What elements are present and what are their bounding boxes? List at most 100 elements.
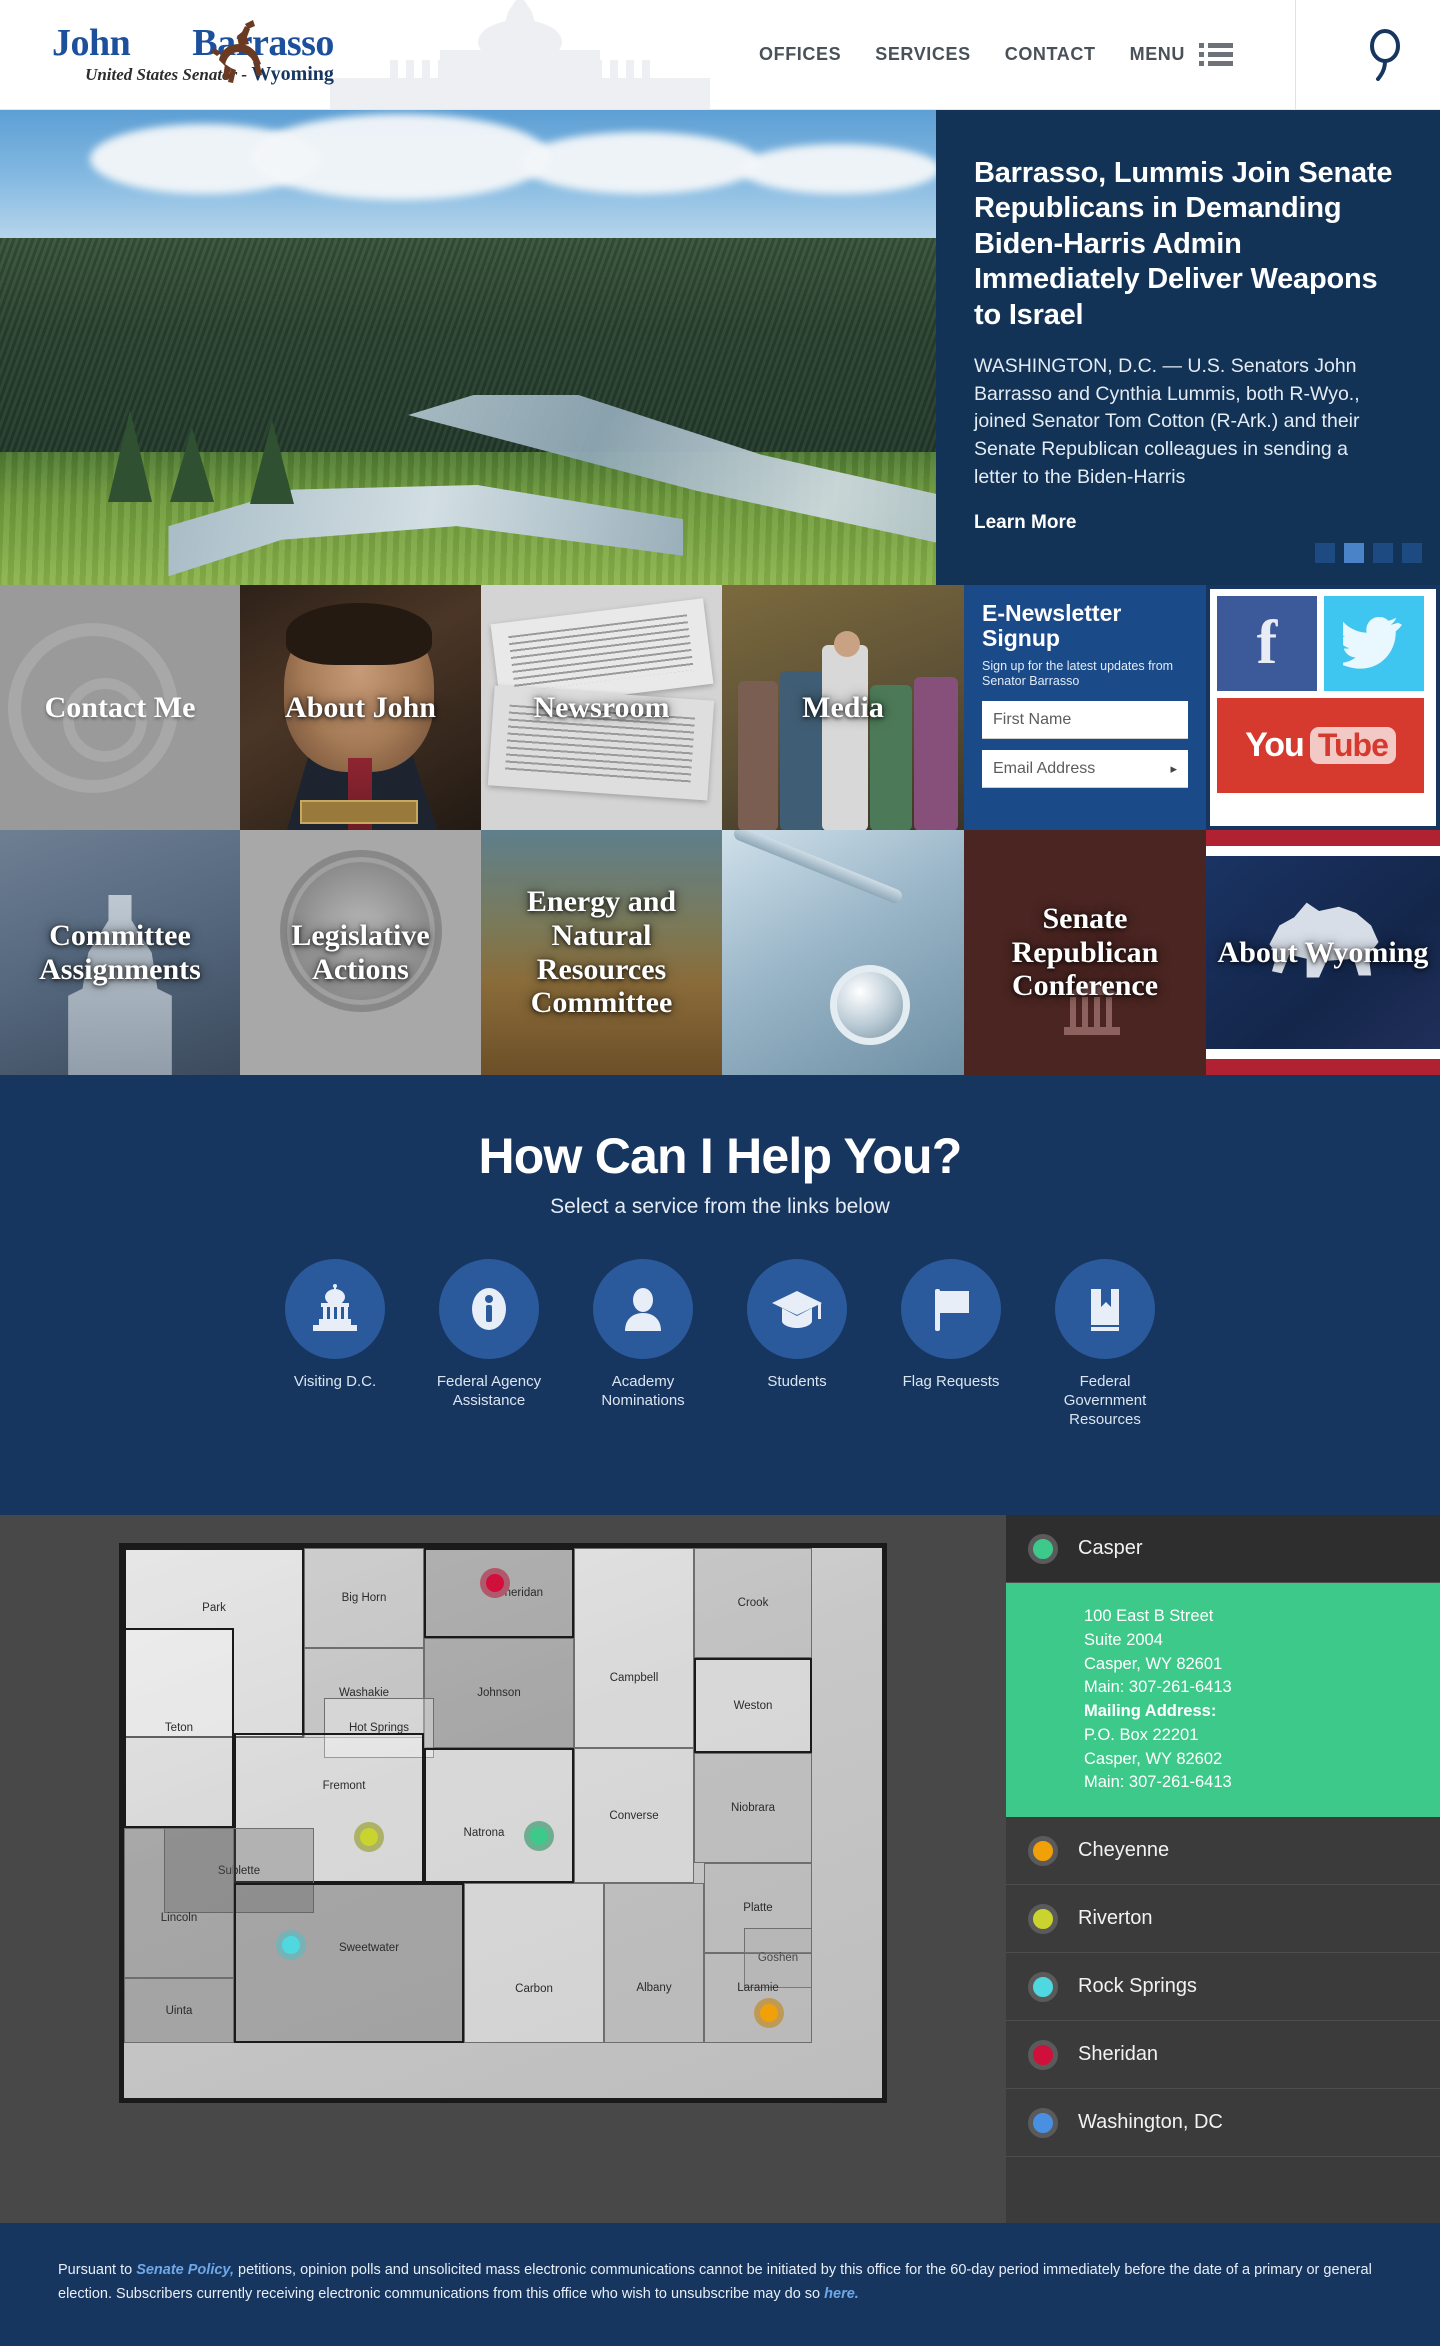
office-mailing-line: P.O. Box 22201 <box>1084 1725 1199 1744</box>
help-circle-visiting-dc <box>285 1259 385 1359</box>
search-icon[interactable] <box>1362 28 1408 81</box>
office-bullet-sheridan <box>1028 2039 1058 2070</box>
county-label: Crook <box>737 1597 769 1609</box>
county-label: Campbell <box>609 1672 659 1684</box>
footer-part1: Pursuant to <box>58 2262 137 2278</box>
nav-item-offices[interactable]: OFFICES <box>759 44 841 65</box>
office-bullet-cheyenne <box>1028 1835 1058 1866</box>
nav-item-services[interactable]: SERVICES <box>875 44 971 65</box>
help-item-flag-requests[interactable]: Flag Requests <box>891 1259 1011 1429</box>
county-label: Niobrara <box>730 1802 776 1814</box>
office-row-cheyenne[interactable]: Cheyenne <box>1006 1817 1440 1885</box>
help-item-federal-agency-assistance[interactable]: Federal Agency Assistance <box>429 1259 549 1429</box>
newsletter-subtitle: Sign up for the latest updates from Sena… <box>982 658 1174 689</box>
footer-disclaimer: Pursuant to Senate Policy, petitions, op… <box>58 2259 1382 2307</box>
county-label: Natrona <box>463 1826 505 1839</box>
carousel-dot-4[interactable] <box>1402 543 1422 563</box>
help-label-academy-nominations: Academy Nominations <box>601 1373 685 1409</box>
help-label-students: Students <box>767 1373 827 1390</box>
office-row-casper[interactable]: Casper <box>1006 1515 1440 1583</box>
twitter-link[interactable] <box>1324 596 1424 691</box>
tile-energy-natural-resources-label: Energy and Natural Resources Committee <box>526 885 677 1020</box>
site-logo[interactable]: John Barrasso United States Senator - Wyo… <box>0 19 334 86</box>
capitol-icon <box>313 1284 357 1331</box>
youtube-link[interactable]: You Tube <box>1217 698 1424 793</box>
county-label: Park <box>202 1602 226 1614</box>
wyoming-map[interactable]: Park Big Horn Sheridan Crook Campbell Te… <box>119 1543 887 2103</box>
tile-media-label: Media <box>802 690 884 724</box>
nav-item-menu-label[interactable]: MENU <box>1130 44 1185 65</box>
tile-about-john[interactable]: About John <box>240 585 481 830</box>
hero-title: Barrasso, Lummis Join Senate Republicans… <box>974 157 1393 331</box>
nav-item-contact[interactable]: CONTACT <box>1005 44 1096 65</box>
nav-item-menu[interactable]: MENU <box>1130 43 1233 66</box>
tile-energy-natural-resources[interactable]: Energy and Natural Resources Committee <box>481 830 722 1075</box>
newsletter-title: E-Newsletter Signup <box>982 600 1122 652</box>
help-item-students[interactable]: Students <box>737 1259 857 1429</box>
office-row-sheridan[interactable]: Sheridan <box>1006 2021 1440 2089</box>
carousel-dot-1[interactable] <box>1315 543 1335 563</box>
carousel-dots <box>1315 543 1422 563</box>
office-row-rock-springs[interactable]: Rock Springs <box>1006 1953 1440 2021</box>
map-pin-casper[interactable] <box>524 1821 554 1851</box>
map-pin-cheyenne[interactable] <box>754 1998 784 2028</box>
youtube-tube-text: Tube <box>1309 727 1396 764</box>
office-bullet-casper <box>1028 1533 1058 1564</box>
tile-committee-assignments[interactable]: Committee Assignments <box>0 830 240 1075</box>
tile-legislative-actions-label: Legislative Actions <box>291 918 430 986</box>
newsletter-first-name-field[interactable]: First Name <box>982 701 1188 740</box>
map-pin-sheridan[interactable] <box>480 1568 510 1598</box>
unsubscribe-link[interactable]: here. <box>824 2286 859 2302</box>
tile-grid-row-1: Contact Me About John Newsroom Media E-N… <box>0 585 1440 830</box>
search-button[interactable] <box>1330 0 1440 109</box>
stethoscope-icon <box>830 965 910 1045</box>
tile-about-wyoming[interactable]: About Wyoming <box>1206 830 1440 1075</box>
office-list: Casper 100 East B Street Suite 2004 Casp… <box>1006 1515 1440 2223</box>
county-label: Big Horn <box>341 1592 387 1604</box>
map-container: Park Big Horn Sheridan Crook Campbell Te… <box>0 1515 1006 2223</box>
hamburger-menu-icon[interactable] <box>1199 43 1233 66</box>
office-address-line: 100 East B Street <box>1084 1607 1214 1625</box>
help-label-federal-agency-assistance: Federal Agency Assistance <box>436 1373 542 1409</box>
senate-policy-link[interactable]: Senate Policy, <box>136 2262 234 2278</box>
tile-legislative-actions[interactable]: Legislative Actions <box>240 830 481 1075</box>
hero-image <box>0 110 936 585</box>
help-item-academy-nominations[interactable]: Academy Nominations <box>583 1259 703 1429</box>
tile-media[interactable]: Media <box>722 585 964 830</box>
office-name-casper: Casper <box>1078 1537 1143 1559</box>
county-label: Laramie <box>737 1982 779 1994</box>
office-name-riverton: Riverton <box>1078 1907 1153 1929</box>
help-circle-academy <box>593 1259 693 1359</box>
help-items: Visiting D.C. Federal Agency Assistance <box>0 1259 1440 1429</box>
hero-learn-more-link[interactable]: Learn More <box>974 512 1076 534</box>
office-row-washington-dc[interactable]: Washington, DC <box>1006 2089 1440 2157</box>
tile-newsroom[interactable]: Newsroom <box>481 585 722 830</box>
help-item-federal-government-resources[interactable]: Federal Government Resources <box>1045 1259 1165 1429</box>
help-item-visiting-dc[interactable]: Visiting D.C. <box>275 1259 395 1429</box>
help-circle-federal-agency <box>439 1259 539 1359</box>
flag-icon <box>935 1289 969 1331</box>
office-row-riverton[interactable]: Riverton <box>1006 1885 1440 1953</box>
offices-map-section: Park Big Horn Sheridan Crook Campbell Te… <box>0 1515 1440 2223</box>
tile-health[interactable] <box>722 830 964 1075</box>
tile-grid-row-2: Committee Assignments Legislative Action… <box>0 830 1440 1075</box>
tile-senate-republican-conference[interactable]: Senate Republican Conference <box>964 830 1206 1075</box>
newsletter-email-field[interactable]: Email Address ▸ <box>982 750 1188 789</box>
tile-contact-me[interactable]: Contact Me <box>0 585 240 830</box>
tile-committee-assignments-label: Committee Assignments <box>39 918 201 986</box>
bucking-horse-icon <box>211 19 262 83</box>
logo-name: John Barrasso <box>52 24 334 62</box>
county-label: Johnson <box>477 1687 521 1699</box>
help-label-federal-government-resources: Federal Government Resources <box>1063 1373 1147 1428</box>
carousel-dot-3[interactable] <box>1373 543 1393 563</box>
facebook-link[interactable]: f <box>1217 596 1317 691</box>
map-pin-rock-springs[interactable] <box>276 1930 306 1960</box>
help-label-flag-requests: Flag Requests <box>902 1373 1000 1390</box>
county-label: Carbon <box>515 1983 553 1995</box>
carousel-dot-2[interactable] <box>1344 543 1364 563</box>
county-label: Lincoln <box>160 1912 198 1924</box>
header-divider <box>1295 0 1296 109</box>
county-label: Weston <box>733 1699 773 1712</box>
newsletter-submit-arrow-icon[interactable]: ▸ <box>1170 761 1177 777</box>
map-pin-riverton[interactable] <box>354 1822 384 1852</box>
